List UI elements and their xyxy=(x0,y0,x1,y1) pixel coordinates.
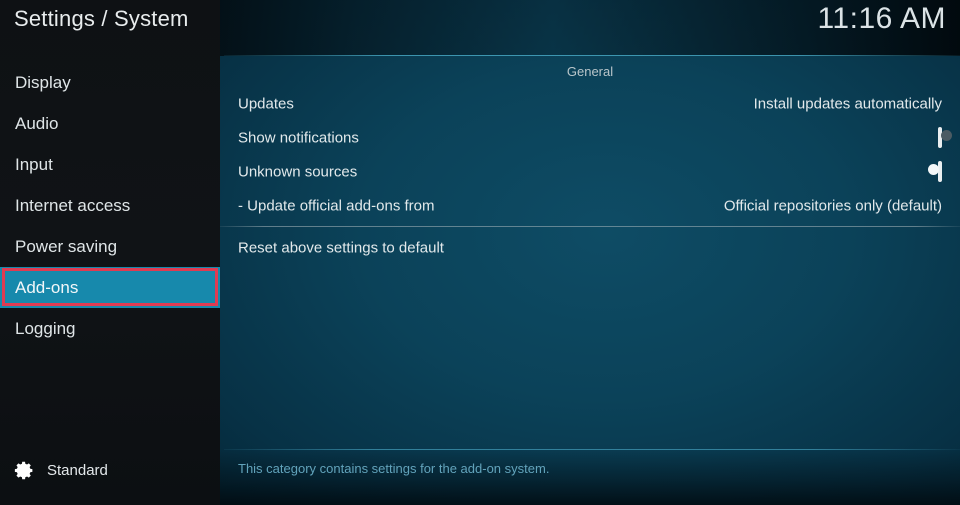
setting-row-show-notifications[interactable]: Show notifications xyxy=(220,121,960,155)
settings-content: General Updates Install updates automati… xyxy=(220,56,960,505)
settings-level-label: Standard xyxy=(47,462,108,479)
setting-row-updates[interactable]: Updates Install updates automatically xyxy=(220,87,960,121)
sidebar-item-audio[interactable]: Audio xyxy=(0,103,220,144)
toggle-switch-off[interactable] xyxy=(938,127,952,148)
setting-value: Official repositories only (default) xyxy=(723,197,942,215)
sidebar-item-label: Power saving xyxy=(15,237,118,256)
help-divider xyxy=(224,449,960,450)
sidebar-item-label: Input xyxy=(15,155,53,174)
help-description: This category contains settings for the … xyxy=(238,461,550,476)
sidebar-item-label: Display xyxy=(15,73,71,92)
setting-label: Reset above settings to default xyxy=(238,239,444,257)
sidebar-nav: Display Audio Input Internet access Powe… xyxy=(0,62,220,349)
show-notifications-toggle[interactable] xyxy=(938,127,952,148)
sidebar-item-label: Logging xyxy=(15,319,76,338)
settings-section-divider xyxy=(220,226,960,227)
sidebar-item-display[interactable]: Display xyxy=(0,62,220,103)
setting-row-unknown-sources[interactable]: Unknown sources xyxy=(220,155,960,189)
settings-group-title: General xyxy=(566,64,614,79)
toggle-knob xyxy=(928,164,939,175)
unknown-sources-toggle[interactable] xyxy=(928,161,942,182)
setting-label: Show notifications xyxy=(238,129,359,147)
setting-label: Unknown sources xyxy=(238,163,358,181)
setting-value: Install updates automatically xyxy=(753,95,942,113)
setting-label: Updates xyxy=(238,95,294,113)
kodi-settings-window: 11:16 AM Settings / System Display Audio… xyxy=(0,0,960,505)
setting-row-update-official-add-ons-from[interactable]: - Update official add-ons from Official … xyxy=(220,189,960,223)
sidebar: Settings / System Display Audio Input In… xyxy=(0,0,220,505)
sidebar-item-input[interactable]: Input xyxy=(0,144,220,185)
sidebar-item-logging[interactable]: Logging xyxy=(0,308,220,349)
setting-label: - Update official add-ons from xyxy=(238,197,435,215)
clock: 11:16 AM xyxy=(817,2,946,35)
settings-level-selector[interactable]: Standard xyxy=(14,460,108,481)
sidebar-item-add-ons[interactable]: Add-ons xyxy=(0,267,220,308)
sidebar-item-label: Audio xyxy=(15,114,59,133)
sidebar-item-label: Internet access xyxy=(15,196,131,215)
sidebar-item-power-saving[interactable]: Power saving xyxy=(0,226,220,267)
settings-list: Updates Install updates automatically Sh… xyxy=(220,87,960,265)
page-title: Settings / System xyxy=(14,6,189,31)
toggle-switch-on[interactable] xyxy=(928,161,942,182)
sidebar-item-internet-access[interactable]: Internet access xyxy=(0,185,220,226)
gear-icon xyxy=(14,460,35,481)
toggle-knob xyxy=(941,130,952,141)
sidebar-item-label: Add-ons xyxy=(15,278,79,297)
setting-row-reset-above-settings[interactable]: Reset above settings to default xyxy=(220,231,960,265)
